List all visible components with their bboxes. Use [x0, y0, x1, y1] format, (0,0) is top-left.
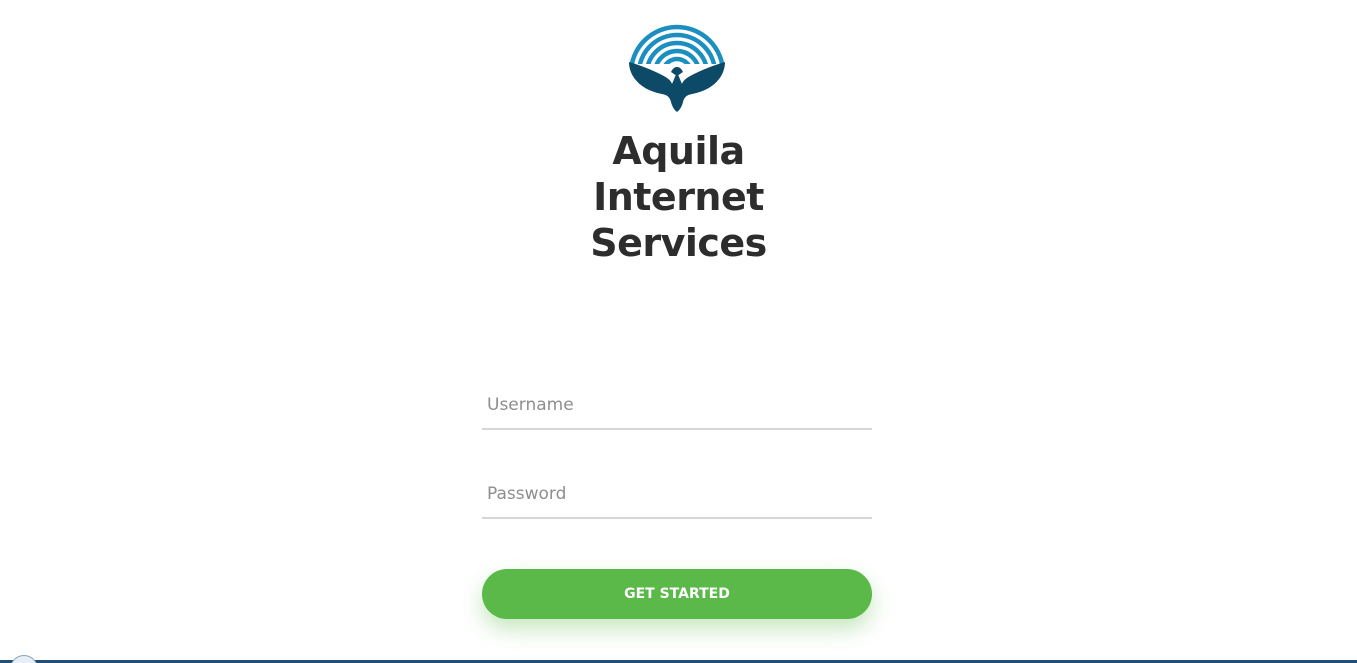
login-page: Aquila Internet Services GET STARTED: [0, 0, 1357, 663]
username-input[interactable]: [482, 382, 872, 428]
get-started-button[interactable]: GET STARTED: [482, 569, 872, 619]
aquila-logo: [629, 24, 725, 112]
username-field: [482, 382, 872, 430]
brand-title-text: Aquila Internet Services: [590, 129, 767, 265]
password-field: [482, 471, 872, 519]
password-input[interactable]: [482, 471, 872, 517]
start-orb-icon[interactable]: [10, 655, 38, 663]
brand-title: Aquila Internet Services: [0, 128, 1357, 266]
